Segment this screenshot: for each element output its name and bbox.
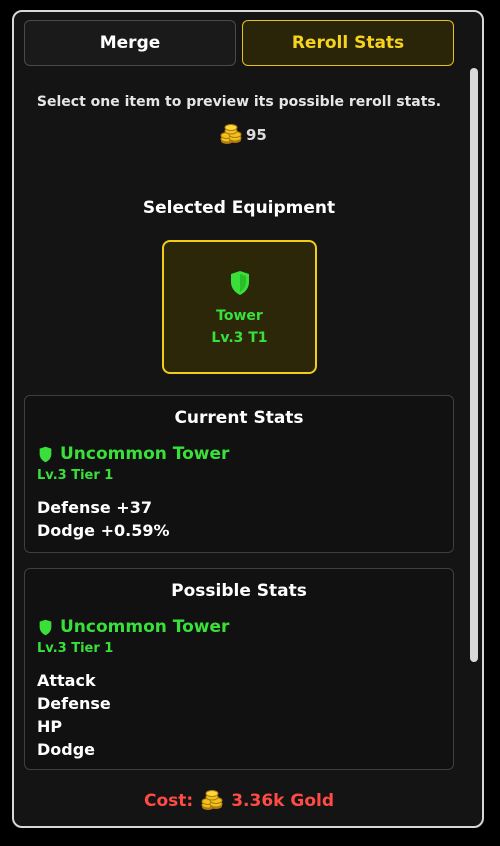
scrollbar[interactable] [470,68,478,662]
stat-line: Defense +37 [37,498,152,517]
shield-icon [39,619,52,635]
tab-merge[interactable]: Merge [24,20,236,66]
stat-line: Defense [37,694,111,713]
shield-icon [231,271,249,295]
possible-item-name: Uncommon Tower [60,617,230,637]
selected-equipment-card[interactable]: Tower Lv.3 T1 [162,240,317,374]
current-item-line: Uncommon Tower [39,444,229,464]
cost-value: 3.36k Gold [231,791,334,811]
stat-line: Attack [37,671,96,690]
current-stats-box: Current Stats Uncommon Tower Lv.3 Tier 1… [24,395,454,553]
gold-coins-icon [201,790,223,811]
cost-label: Cost: [144,791,194,811]
stat-line: Dodge [37,740,96,759]
selected-equipment-title: Selected Equipment [142,198,336,218]
reroll-panel: Merge Reroll Stats Select one item to pr… [12,10,484,828]
current-item-name: Uncommon Tower [60,444,230,464]
current-item-level: Lv.3 Tier 1 [37,468,114,483]
stat-line: Dodge +0.59% [37,521,170,540]
stat-line: HP [37,717,63,736]
instruction-text: Select one item to preview its possible … [36,94,442,110]
gold-balance: 95 [220,124,267,146]
possible-item-line: Uncommon Tower [39,617,229,637]
equipment-level: Lv.3 T1 [211,330,268,346]
possible-item-level: Lv.3 Tier 1 [37,641,114,656]
gold-amount: 95 [246,126,267,144]
current-stats-title: Current Stats [174,408,304,428]
tab-reroll-stats[interactable]: Reroll Stats [242,20,454,66]
possible-stats-title: Possible Stats [171,581,307,601]
equipment-name: Tower [216,308,263,324]
possible-stats-box: Possible Stats Uncommon Tower Lv.3 Tier … [24,568,454,770]
gold-coins-icon [220,124,242,145]
shield-icon [39,446,52,462]
current-stat-list: Defense +37 Dodge +0.59% [37,496,170,542]
possible-stat-list: Attack Defense HP Dodge [37,669,111,761]
reroll-cost: Cost: 3.36k Gold [14,790,464,812]
